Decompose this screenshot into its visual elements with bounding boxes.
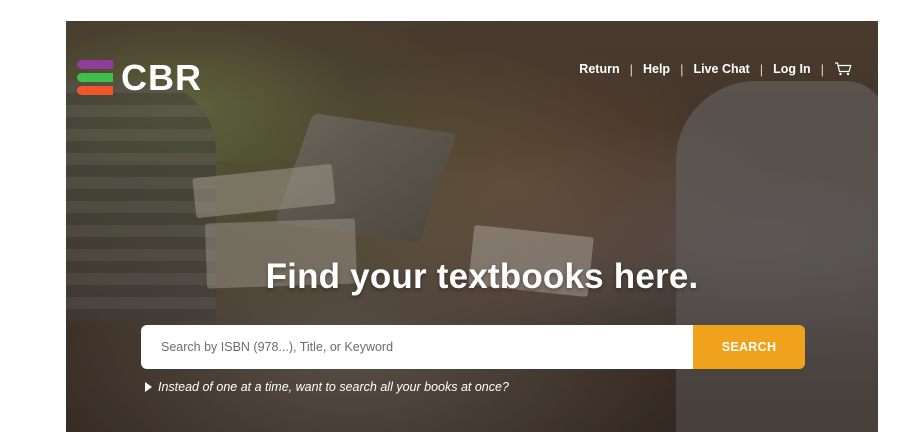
hero-banner: CBR Return | Help | Live Chat | Log In |… bbox=[66, 21, 878, 432]
nav-return-link[interactable]: Return bbox=[577, 62, 621, 76]
hero-headline: Find your textbooks here. bbox=[265, 257, 699, 296]
cart-icon[interactable] bbox=[834, 62, 852, 76]
nav-separator: | bbox=[820, 61, 824, 77]
nav-separator: | bbox=[629, 61, 633, 77]
bulk-search-link[interactable]: Instead of one at a time, want to search… bbox=[145, 380, 509, 394]
bulk-search-label: Instead of one at a time, want to search… bbox=[158, 380, 509, 394]
top-nav: Return | Help | Live Chat | Log In | bbox=[577, 59, 852, 79]
caret-right-icon bbox=[145, 382, 152, 392]
nav-help-link[interactable]: Help bbox=[641, 62, 672, 76]
logo-bar-green bbox=[77, 73, 113, 82]
search-button[interactable]: SEARCH bbox=[693, 325, 805, 369]
logo-bar-purple bbox=[77, 60, 113, 69]
nav-live-chat-link[interactable]: Live Chat bbox=[691, 62, 751, 76]
nav-separator: | bbox=[680, 61, 684, 77]
logo-bar-orange bbox=[77, 86, 113, 95]
brand-name: CBR bbox=[121, 57, 202, 98]
search-bar: SEARCH bbox=[141, 325, 805, 369]
brand-logo[interactable]: CBR bbox=[77, 58, 227, 98]
search-input[interactable] bbox=[141, 325, 693, 369]
logo-bars-icon bbox=[77, 60, 113, 96]
nav-separator: | bbox=[759, 61, 764, 77]
nav-log-in-link[interactable]: Log In bbox=[771, 62, 813, 76]
